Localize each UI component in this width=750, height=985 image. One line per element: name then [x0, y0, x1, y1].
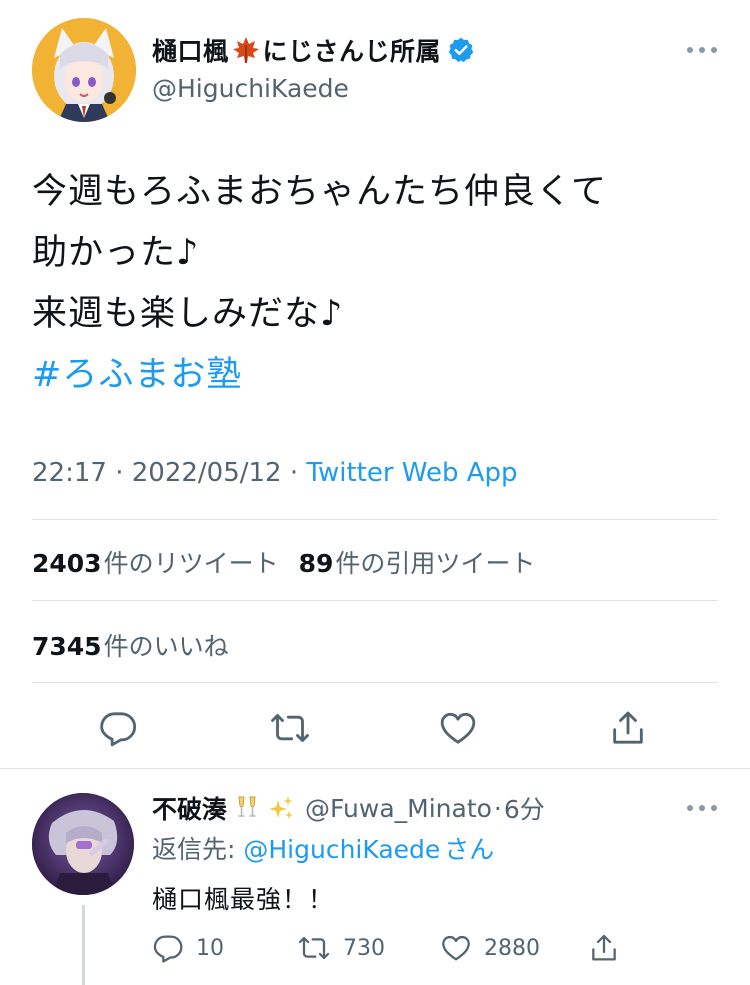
quotes-label: 件の引用ツイート [335, 549, 536, 578]
more-icon[interactable] [684, 40, 720, 60]
source-app-link[interactable]: Twitter Web App [306, 458, 517, 488]
reply-header: 不破湊 @Fuwa_Minato · 6分 [152, 790, 545, 826]
reply-to-suffix: さん [444, 835, 495, 864]
reply-time[interactable]: 6分 [504, 790, 545, 826]
tweet-time[interactable]: 22:17 [32, 458, 107, 488]
like-count: 2880 [484, 935, 540, 961]
retweet-count: 730 [343, 935, 385, 961]
quotes-count: 89 [298, 549, 334, 578]
retweet-stats: 2403件のリツイート 89件の引用ツイート [32, 544, 535, 580]
author-handle[interactable]: @HiguchiKaede [152, 74, 349, 103]
divider [32, 600, 718, 601]
reply-name-emojis [233, 794, 295, 822]
likes-stat[interactable]: 7345件のいいね [32, 627, 229, 663]
reply-retweet-button[interactable]: 730 [297, 926, 385, 970]
sparkles-icon [269, 796, 294, 819]
thread-line [82, 905, 85, 985]
quotes-stat[interactable]: 89件の引用ツイート [299, 549, 536, 578]
reply-author-name[interactable]: 不破湊 [152, 790, 227, 826]
author-avatar[interactable] [32, 18, 136, 122]
reply-author-avatar[interactable] [32, 793, 134, 895]
divider [0, 768, 750, 769]
reply-like-button[interactable]: 2880 [440, 926, 540, 970]
replying-to: 返信先: @HiguchiKaede さん [152, 830, 494, 866]
likes-count: 7345 [32, 632, 102, 661]
reply-separator: · [493, 793, 502, 823]
author-affiliation: にじさんじ所属 [262, 37, 442, 66]
retweet-icon[interactable] [262, 700, 318, 756]
tweet-meta: 22:17 · 2022/05/12 · Twitter Web App [32, 458, 518, 488]
tweet-text-line: 今週もろふまおちゃんたち仲良くて [32, 172, 607, 212]
reply-share-button[interactable] [588, 926, 620, 970]
divider [32, 682, 718, 683]
reply-reply-button[interactable]: 10 [152, 926, 224, 970]
reply-icon[interactable] [90, 700, 146, 756]
champagne-glasses-icon [238, 796, 256, 817]
tweet-text: 今週もろふまおちゃんたち仲良くて 助かった♪ 来週も楽しみだな♪ #ろふまお塾 [32, 162, 722, 406]
verified-badge-icon [447, 36, 475, 64]
like-icon [440, 932, 472, 964]
like-icon[interactable] [430, 700, 486, 756]
share-icon [588, 932, 620, 964]
likes-label: 件のいいね [103, 632, 229, 661]
share-icon[interactable] [600, 700, 656, 756]
reply-count: 10 [196, 935, 224, 961]
hashtag-link[interactable]: #ろふまお塾 [32, 345, 722, 406]
meta-separator: · [106, 458, 132, 488]
more-icon[interactable] [684, 798, 720, 818]
retweets-label: 件のリツイート [103, 549, 279, 578]
author-name: 樋口楓 [152, 37, 229, 66]
retweet-icon [297, 932, 331, 964]
tweet-actions [0, 700, 750, 756]
retweets-stat[interactable]: 2403件のリツイート [32, 549, 279, 578]
reply-text: 樋口楓最強！！ [152, 885, 335, 914]
tweet-text-line: 来週も楽しみだな♪ [32, 294, 344, 334]
reply-icon [152, 932, 184, 964]
meta-separator: · [281, 458, 307, 488]
reply-actions: 10 730 2880 [152, 926, 672, 970]
maple-leaf-emoji [231, 35, 261, 65]
reply-to-mention[interactable]: @HiguchiKaede [243, 835, 440, 864]
tweet-date[interactable]: 2022/05/12 [132, 458, 282, 488]
tweet-text-line: 助かった♪ [32, 233, 200, 273]
reply-author-handle[interactable]: @Fuwa_Minato [305, 794, 492, 823]
divider [32, 519, 718, 520]
retweets-count: 2403 [32, 549, 102, 578]
reply-to-prefix: 返信先: [152, 835, 244, 864]
author-display-name[interactable]: 樋口楓 にじさんじ所属 [152, 32, 475, 68]
